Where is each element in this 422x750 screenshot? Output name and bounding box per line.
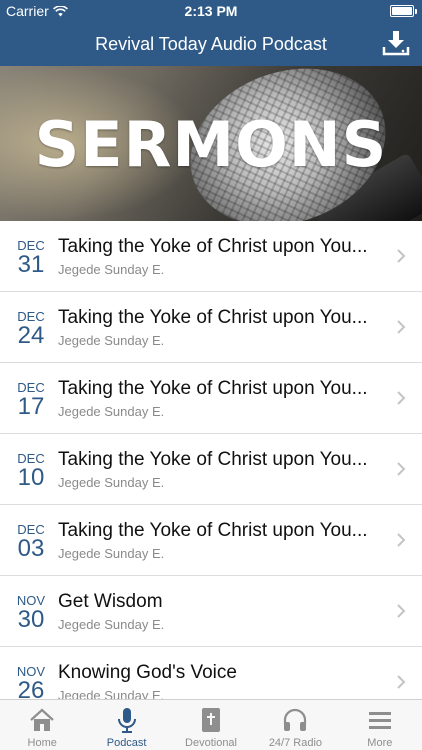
tab-home[interactable]: Home xyxy=(0,700,84,750)
tab-devotional[interactable]: Devotional xyxy=(169,700,253,750)
chevron-right-icon xyxy=(397,391,406,405)
navigation-bar: Revival Today Audio Podcast xyxy=(0,22,422,66)
episode-author: Jegede Sunday E. xyxy=(58,262,165,277)
sermons-banner: SERMONS xyxy=(0,66,422,221)
episode-title: Taking the Yoke of Christ upon You... xyxy=(58,520,368,541)
episode-date: DEC 03 xyxy=(12,523,50,561)
chevron-right-icon xyxy=(397,462,406,476)
chevron-right-icon xyxy=(397,533,406,547)
episode-date: DEC 17 xyxy=(12,381,50,419)
episode-author: Jegede Sunday E. xyxy=(58,688,165,699)
episode-title: Taking the Yoke of Christ upon You... xyxy=(58,307,368,328)
episode-author: Jegede Sunday E. xyxy=(58,617,165,632)
tab-label: Podcast xyxy=(106,737,147,749)
episode-author: Jegede Sunday E. xyxy=(58,404,165,419)
tab-label: Home xyxy=(27,737,57,749)
episode-day: 03 xyxy=(17,535,45,562)
chevron-right-icon xyxy=(397,675,406,689)
episode-date: DEC 31 xyxy=(12,239,50,277)
episode-row[interactable]: NOV 30 Get Wisdom Jegede Sunday E. xyxy=(0,576,422,647)
tab-label: 24/7 Radio xyxy=(268,737,323,749)
episode-row[interactable]: DEC 03 Taking the Yoke of Christ upon Yo… xyxy=(0,505,422,576)
episode-title: Taking the Yoke of Christ upon You... xyxy=(58,378,368,399)
episode-date: DEC 10 xyxy=(12,452,50,490)
episode-title: Taking the Yoke of Christ upon You... xyxy=(58,449,368,470)
tab-bar: Home Podcast Devotional 24/7 Radio More xyxy=(0,699,422,750)
episode-author: Jegede Sunday E. xyxy=(58,546,165,561)
menu-icon xyxy=(368,712,391,729)
chevron-right-icon xyxy=(397,249,406,263)
episode-list: DEC 31 Taking the Yoke of Christ upon Yo… xyxy=(0,221,422,699)
episode-row[interactable]: DEC 17 Taking the Yoke of Christ upon Yo… xyxy=(0,363,422,434)
episode-row[interactable]: DEC 10 Taking the Yoke of Christ upon Yo… xyxy=(0,434,422,505)
episode-title: Taking the Yoke of Christ upon You... xyxy=(58,236,368,257)
home-icon xyxy=(30,708,54,731)
bible-icon xyxy=(202,708,221,732)
episode-date: NOV 26 xyxy=(12,665,50,700)
episode-row[interactable]: NOV 26 Knowing God's Voice Jegede Sunday… xyxy=(0,647,422,699)
episode-title: Knowing God's Voice xyxy=(58,662,237,683)
tab-label: More xyxy=(367,737,393,749)
episode-day: 17 xyxy=(17,393,45,420)
download-icon[interactable] xyxy=(382,30,410,56)
status-bar: Carrier 2:13 PM xyxy=(0,0,422,22)
episode-day: 10 xyxy=(17,464,45,491)
microphone-icon xyxy=(117,708,136,733)
episode-title: Get Wisdom xyxy=(58,591,163,612)
headphones-icon xyxy=(284,708,307,731)
episode-date: NOV 30 xyxy=(12,594,50,632)
tab-radio[interactable]: 24/7 Radio xyxy=(253,700,337,750)
battery-icon xyxy=(390,5,417,17)
banner-title: SERMONS xyxy=(34,108,388,181)
status-time: 2:13 PM xyxy=(184,3,238,19)
episode-author: Jegede Sunday E. xyxy=(58,475,165,490)
episode-day: 31 xyxy=(17,251,45,278)
episode-day: 26 xyxy=(17,677,45,700)
tab-label: Devotional xyxy=(185,737,237,749)
chevron-right-icon xyxy=(397,604,406,618)
episode-date: DEC 24 xyxy=(12,310,50,348)
chevron-right-icon xyxy=(397,320,406,334)
episode-day: 30 xyxy=(17,606,45,633)
nav-title: Revival Today Audio Podcast xyxy=(95,34,327,54)
episode-author: Jegede Sunday E. xyxy=(58,333,165,348)
episode-row[interactable]: DEC 31 Taking the Yoke of Christ upon Yo… xyxy=(0,221,422,292)
episode-row[interactable]: DEC 24 Taking the Yoke of Christ upon Yo… xyxy=(0,292,422,363)
episode-day: 24 xyxy=(17,322,45,349)
tab-podcast[interactable]: Podcast xyxy=(84,700,168,750)
tab-more[interactable]: More xyxy=(338,700,422,750)
